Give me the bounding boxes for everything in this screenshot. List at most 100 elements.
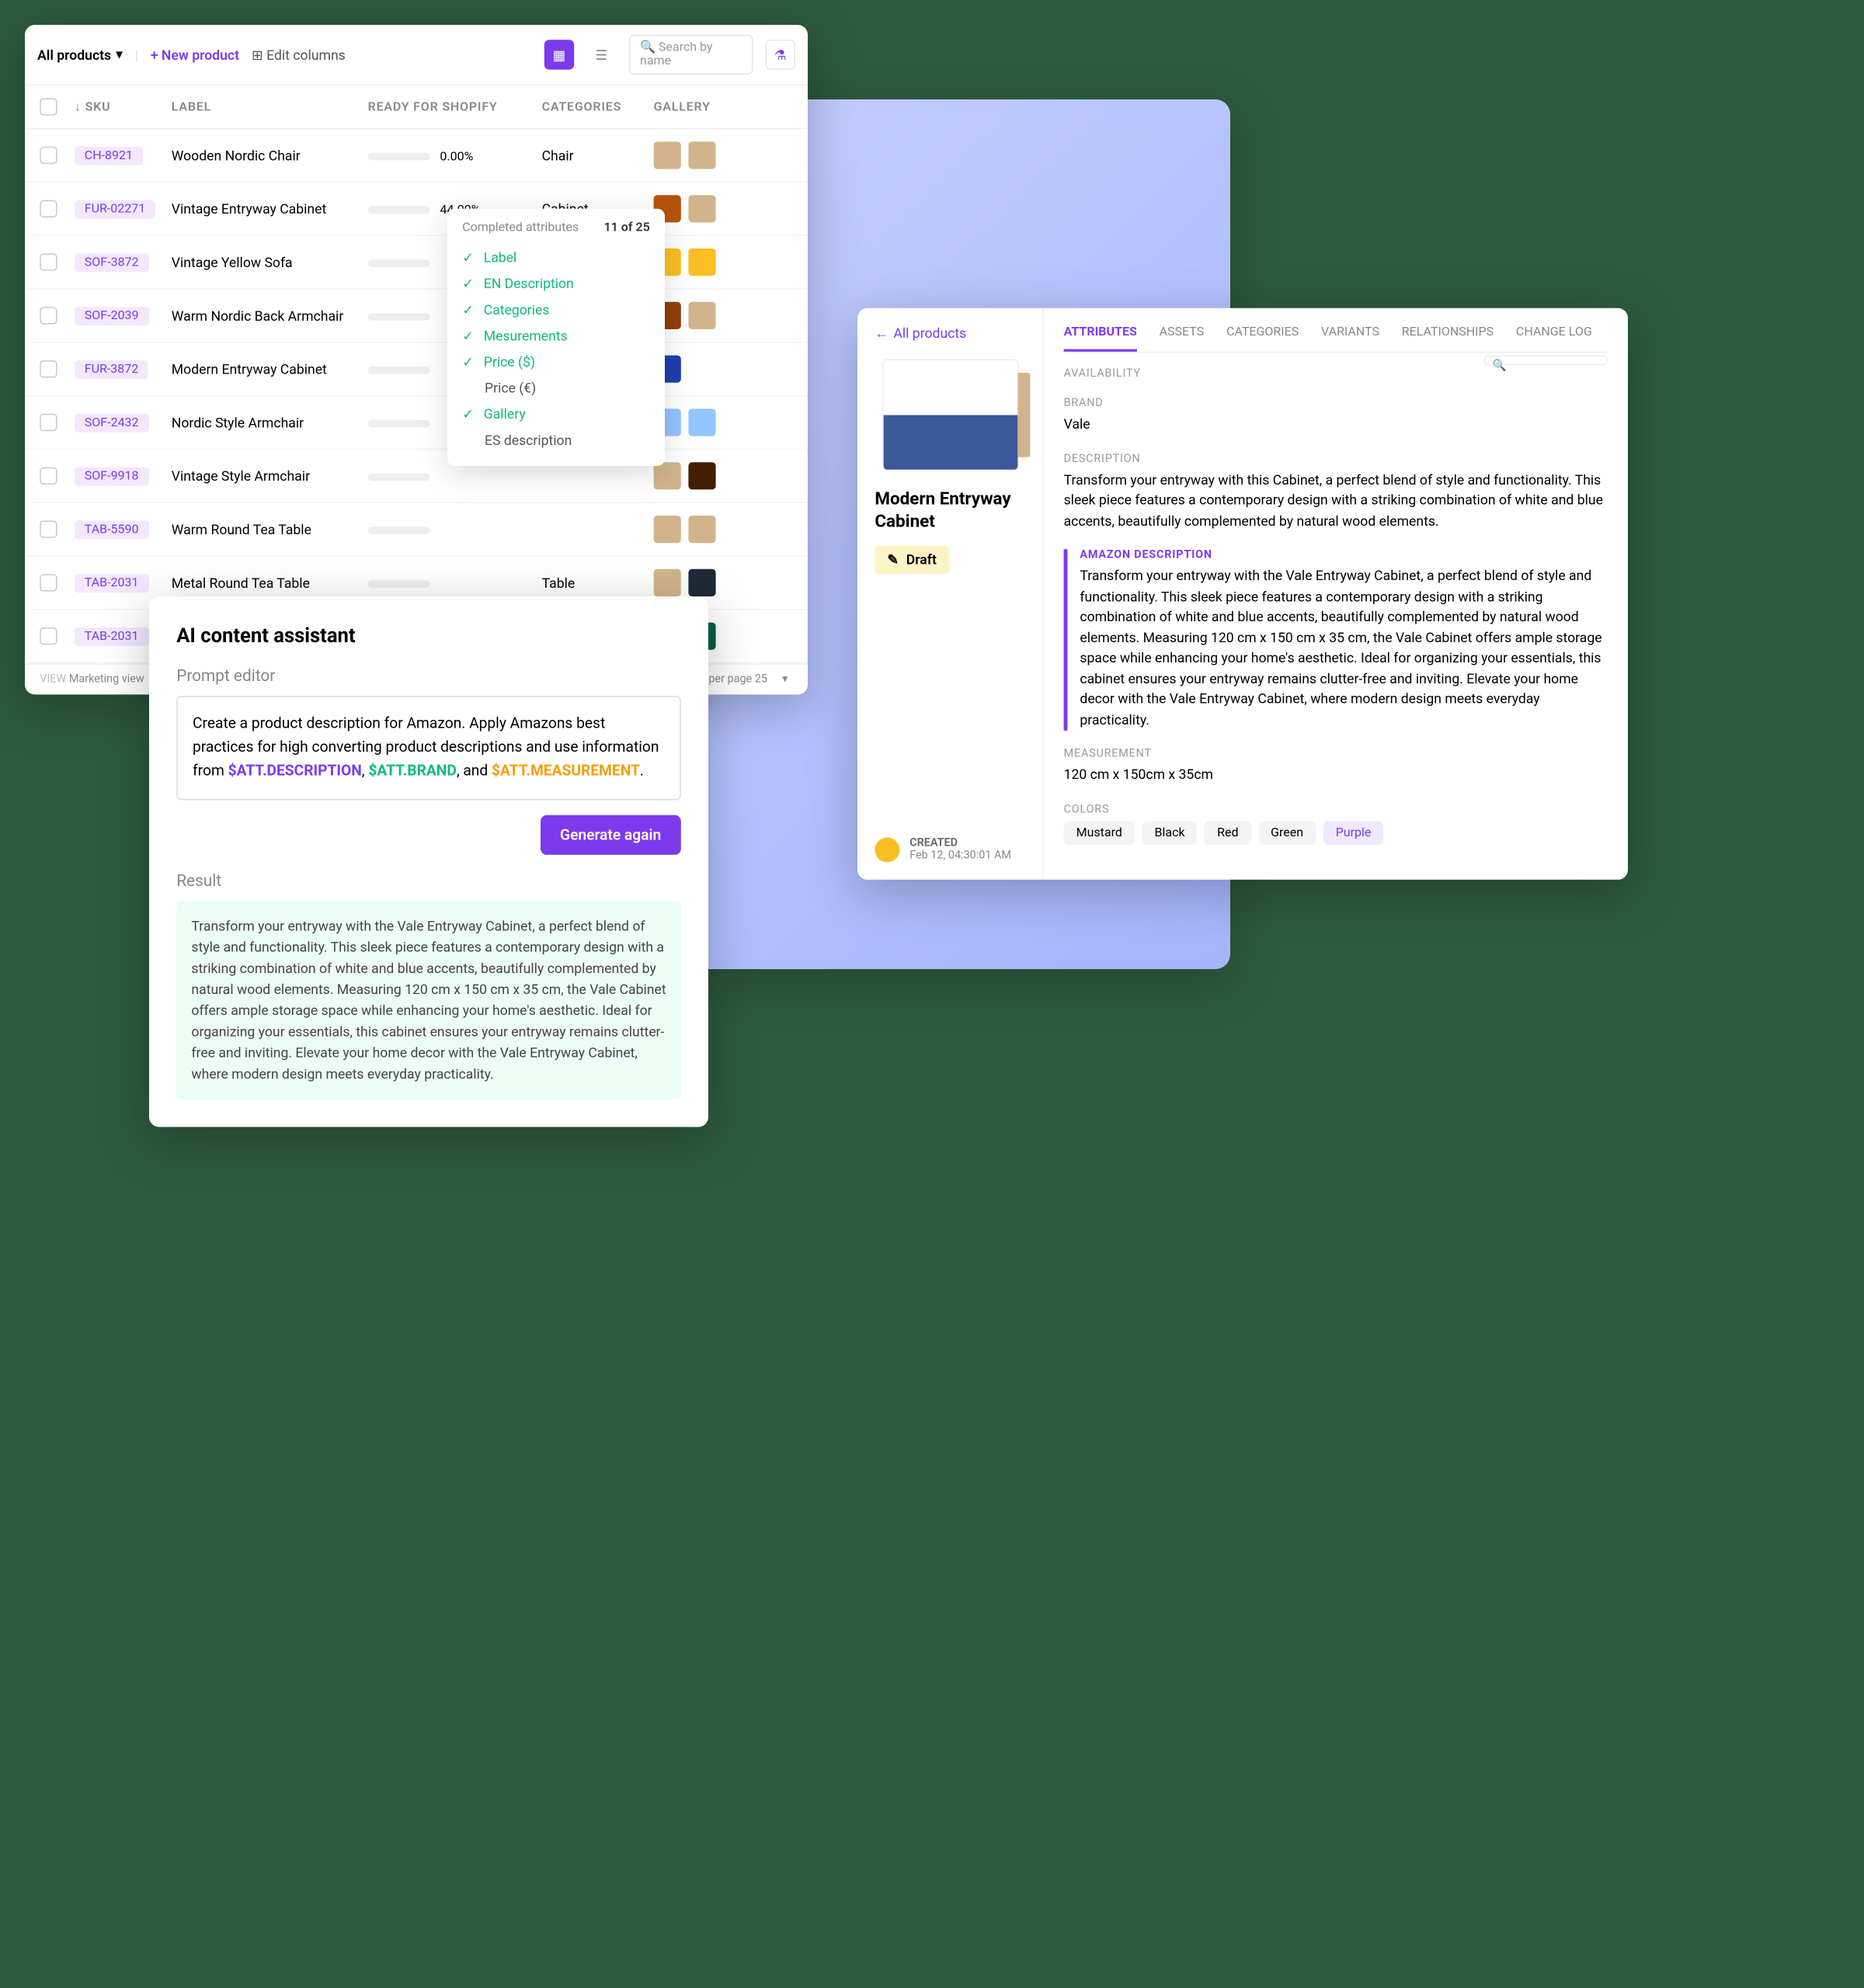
list-view-icon[interactable]: ☰	[586, 40, 616, 69]
token-brand: $ATT.BRAND	[368, 762, 456, 779]
product-label: Metal Round Tea Table	[172, 575, 368, 591]
edit-columns-button[interactable]: Edit columns	[252, 47, 346, 63]
thumbnail[interactable]	[688, 141, 715, 169]
row-checkbox[interactable]	[40, 467, 57, 485]
product-title: Modern Entryway Cabinet	[875, 488, 1025, 533]
table-row[interactable]: SOF-9918 Vintage Style Armchair	[25, 450, 808, 503]
table-row[interactable]: SOF-3872 Vintage Yellow Sofa	[25, 236, 808, 290]
measurement-value: 120 cm x 150cm x 35cm	[1064, 766, 1608, 786]
thumbnail[interactable]	[688, 516, 715, 543]
table-header: ↓ SKU LABEL READY FOR SHOPIFY CATEGORIES…	[25, 85, 808, 130]
product-label: Vintage Entryway Cabinet	[172, 200, 368, 217]
thumbnail[interactable]	[688, 408, 715, 436]
color-chip[interactable]: Purple	[1323, 821, 1384, 844]
tab-variants[interactable]: VARIANTS	[1321, 325, 1379, 352]
color-chips: Mustard Black Red Green Purple	[1064, 821, 1608, 844]
sku-badge[interactable]: SOF-2039	[75, 306, 148, 325]
sku-badge[interactable]: SOF-2432	[75, 413, 148, 432]
product-label: Nordic Style Armchair	[172, 415, 368, 431]
thumbnail[interactable]	[688, 302, 715, 329]
result-label: Result	[176, 872, 681, 891]
thumbnail[interactable]	[654, 462, 681, 489]
attribute-item: Label	[462, 245, 650, 271]
product-label: Vintage Style Armchair	[172, 467, 368, 484]
thumbnail[interactable]	[688, 248, 715, 276]
brand-value: Vale	[1064, 415, 1608, 435]
color-chip[interactable]: Mustard	[1064, 821, 1135, 844]
new-product-button[interactable]: New product	[151, 47, 239, 63]
product-label: Warm Round Tea Table	[172, 521, 368, 537]
row-checkbox[interactable]	[40, 147, 57, 164]
progress-bar	[368, 366, 430, 374]
attribute-item: Gallery	[462, 401, 650, 428]
select-all-checkbox[interactable]	[40, 98, 57, 115]
sku-badge[interactable]: TAB-5590	[75, 520, 148, 539]
tab-attributes[interactable]: ATTRIBUTES	[1064, 325, 1137, 352]
sku-badge[interactable]: FUR-02271	[75, 200, 155, 218]
grid-view-icon[interactable]: ▦	[544, 40, 574, 69]
thumbnail[interactable]	[654, 141, 681, 169]
progress-bar	[368, 313, 430, 321]
row-checkbox[interactable]	[40, 360, 57, 377]
sku-badge[interactable]: CH-8921	[75, 146, 143, 165]
prompt-label: Prompt editor	[176, 667, 681, 686]
sku-badge[interactable]: TAB-2031	[75, 627, 148, 645]
tab-change-log[interactable]: CHANGE LOG	[1516, 325, 1592, 352]
thumbnail[interactable]	[688, 569, 715, 596]
color-chip[interactable]: Red	[1205, 821, 1250, 844]
thumbnail[interactable]	[688, 462, 715, 489]
product-table-panel: All products | New product Edit columns …	[25, 25, 808, 694]
tab-categories[interactable]: CATEGORIES	[1226, 325, 1299, 352]
row-checkbox[interactable]	[40, 307, 57, 324]
thumbnail[interactable]	[654, 569, 681, 596]
prompt-editor[interactable]: Create a product description for Amazon.…	[176, 696, 681, 800]
ai-assistant-panel: AI content assistant Prompt editor Creat…	[149, 596, 708, 1127]
sku-badge[interactable]: FUR-3872	[75, 360, 148, 378]
ai-title: AI content assistant	[176, 624, 681, 647]
amazon-description-value: Transform your entryway with the Vale En…	[1080, 567, 1608, 731]
sku-badge[interactable]: SOF-9918	[75, 467, 148, 485]
color-chip[interactable]: Green	[1258, 821, 1316, 844]
progress-bar	[368, 259, 430, 267]
row-checkbox[interactable]	[40, 574, 57, 591]
tab-relationships[interactable]: RELATIONSHIPS	[1402, 325, 1494, 352]
generate-again-button[interactable]: Generate again	[540, 815, 680, 854]
product-label: Warm Nordic Back Armchair	[172, 308, 368, 324]
availability-label: AVAILABILITY	[1064, 368, 1608, 381]
attribute-item: Mesurements	[462, 323, 650, 349]
row-checkbox[interactable]	[40, 627, 57, 645]
attribute-search-input[interactable]	[1483, 356, 1608, 366]
thumbnail[interactable]	[688, 356, 715, 383]
attributes-popover: Completed attributes11 of 25 LabelEN Des…	[447, 209, 665, 466]
row-checkbox[interactable]	[40, 520, 57, 537]
table-row[interactable]: SOF-2432 Nordic Style Armchair	[25, 396, 808, 450]
draft-badge[interactable]: Draft	[875, 546, 948, 575]
row-checkbox[interactable]	[40, 414, 57, 431]
category-cell: Chair	[542, 148, 654, 164]
product-label: Wooden Nordic Chair	[172, 148, 368, 164]
search-input[interactable]: 🔍 Search by name	[629, 35, 753, 75]
progress-bar	[368, 206, 430, 214]
table-row[interactable]: CH-8921 Wooden Nordic Chair 0.00% Chair	[25, 129, 808, 182]
table-row[interactable]: FUR-3872 Modern Entryway Cabinet	[25, 343, 808, 397]
table-row[interactable]: TAB-5590 Warm Round Tea Table	[25, 503, 808, 557]
filter-icon[interactable]: ⚗	[766, 40, 795, 69]
color-chip[interactable]: Black	[1142, 821, 1198, 844]
back-link[interactable]: All products	[875, 325, 1025, 342]
sku-badge[interactable]: SOF-3872	[75, 253, 148, 272]
row-checkbox[interactable]	[40, 200, 57, 217]
table-row[interactable]: SOF-2039 Warm Nordic Back Armchair	[25, 290, 808, 343]
product-label: Vintage Yellow Sofa	[172, 254, 368, 270]
tab-assets[interactable]: ASSETS	[1160, 325, 1205, 352]
thumbnail[interactable]	[654, 516, 681, 543]
row-checkbox[interactable]	[40, 253, 57, 270]
thumbnail[interactable]	[688, 195, 715, 222]
progress-percent: 0.00%	[440, 150, 473, 164]
progress-bar	[368, 473, 430, 481]
result-box: Transform your entryway with the Vale En…	[176, 900, 681, 1100]
attribute-item: EN Description	[462, 271, 650, 297]
progress-bar	[368, 580, 430, 588]
sku-badge[interactable]: TAB-2031	[75, 573, 148, 592]
filter-dropdown[interactable]: All products	[37, 47, 123, 63]
table-row[interactable]: FUR-02271 Vintage Entryway Cabinet 44.00…	[25, 182, 808, 236]
